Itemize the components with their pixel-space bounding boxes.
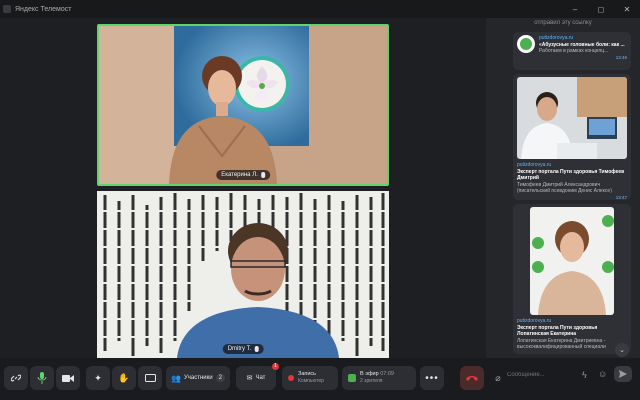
participant-name: Екатерина Л. (221, 172, 258, 178)
participant-name-tag: Dmitry T. (222, 344, 264, 354)
chat-message[interactable]: putizdorovya.ru Эксперт портала Пути здо… (513, 74, 631, 200)
video-feed-ekaterina (99, 26, 387, 184)
participant-name-tag: Екатерина Л. (216, 170, 270, 180)
camera-icon (62, 374, 74, 382)
app-icon (3, 5, 11, 13)
broadcast-icon (348, 374, 356, 382)
mic-icon (260, 172, 265, 178)
specialist-photo (530, 207, 614, 315)
chat-message[interactable]: putizdorovya.ru «Абузусные головные боли… (513, 32, 631, 70)
site-logo-icon (517, 35, 535, 53)
broadcast-viewers: 2 зрителя (360, 378, 383, 384)
chat-history-text: отправил эту ссылку (534, 20, 592, 26)
chat-label: Чат (255, 375, 266, 381)
close-button[interactable]: ✕ (614, 0, 640, 18)
mic-icon (254, 346, 259, 352)
emoji-icon[interactable]: ☺ (598, 369, 607, 379)
record-label: Запись (298, 371, 317, 377)
attach-icon: ⌀ (495, 372, 501, 383)
message-subtitle: высококвалифицированный специали (517, 344, 606, 350)
maximize-button[interactable]: ◻ (588, 0, 614, 18)
lightning-icon[interactable]: ϟ (582, 370, 587, 380)
send-icon (619, 370, 627, 378)
video-tile-ekaterina[interactable]: Екатерина Л. (97, 24, 389, 186)
video-feed-dmitry (97, 191, 389, 358)
participants-count: 2 (215, 374, 225, 382)
camera-button[interactable] (56, 366, 80, 390)
title-bar: Яндекс Телемост – ◻ ✕ (0, 0, 640, 18)
record-icon (288, 375, 294, 381)
message-subtitle: Работаем в рамках концепц... (539, 48, 609, 54)
screen-share-button[interactable] (138, 366, 162, 390)
mic-button[interactable] (30, 366, 54, 390)
more-icon: ••• (425, 372, 439, 384)
chat-icon: ✉ (246, 375, 253, 382)
broadcast-label: В эфир (360, 371, 379, 377)
send-button[interactable] (614, 366, 632, 382)
chat-unread-badge: 1 (272, 363, 279, 370)
more-button[interactable]: ••• (420, 366, 444, 390)
chat-message[interactable]: putizdorovya.ru Эксперт портала Пути здо… (513, 204, 631, 354)
window-controls: – ◻ ✕ (562, 0, 640, 18)
message-input[interactable] (503, 366, 579, 384)
video-tile-dmitry[interactable]: Dmitry T. (97, 191, 389, 358)
message-time: 13:46 (615, 54, 627, 60)
participants-label: Участники (183, 375, 213, 381)
effects-button[interactable]: ✦ (86, 366, 110, 390)
mic-icon (37, 372, 47, 384)
hand-icon: ✋ (118, 372, 130, 383)
hangup-button[interactable] (460, 366, 484, 390)
record-sublabel: Компьютер (298, 378, 324, 384)
record-button[interactable]: Запись Компьютер (282, 366, 338, 390)
message-title[interactable]: Эксперт портала Пути здоровья Лопатинска… (517, 325, 627, 338)
broadcast-time: 07:09 (380, 371, 394, 377)
participants-button[interactable]: 👥 Участники 2 (166, 366, 230, 390)
link-icon (11, 374, 21, 382)
chat-button[interactable]: ✉ Чат 1 (236, 363, 279, 390)
hangup-icon (466, 376, 478, 381)
message-photo[interactable] (530, 207, 614, 315)
scroll-down-button[interactable]: ⌄ (615, 343, 629, 357)
minimize-button[interactable]: – (562, 0, 588, 18)
copy-link-button[interactable] (4, 366, 28, 390)
message-title[interactable]: Эксперт портала Пути здоровья Тимофеев Д… (517, 169, 627, 182)
window-title: Яндекс Телемост (15, 5, 72, 13)
video-stage: Екатерина Л. Dmitry T. (0, 18, 486, 358)
participant-name: Dmitry T. (227, 346, 252, 352)
chevron-down-icon: ⌄ (619, 347, 625, 354)
raise-hand-button[interactable]: ✋ (112, 366, 136, 390)
screen-share-icon (144, 373, 156, 382)
broadcast-button[interactable]: В эфир 07:09 2 зрителя (342, 366, 416, 390)
message-subtitle: (писательский псевдоним Денис Алексе) (517, 188, 612, 194)
message-time: 13:47 (615, 194, 627, 200)
message-photo[interactable] (517, 77, 627, 159)
effects-icon: ✦ (94, 372, 102, 383)
doctor-photo (517, 77, 627, 159)
participants-icon: 👥 (171, 373, 181, 383)
